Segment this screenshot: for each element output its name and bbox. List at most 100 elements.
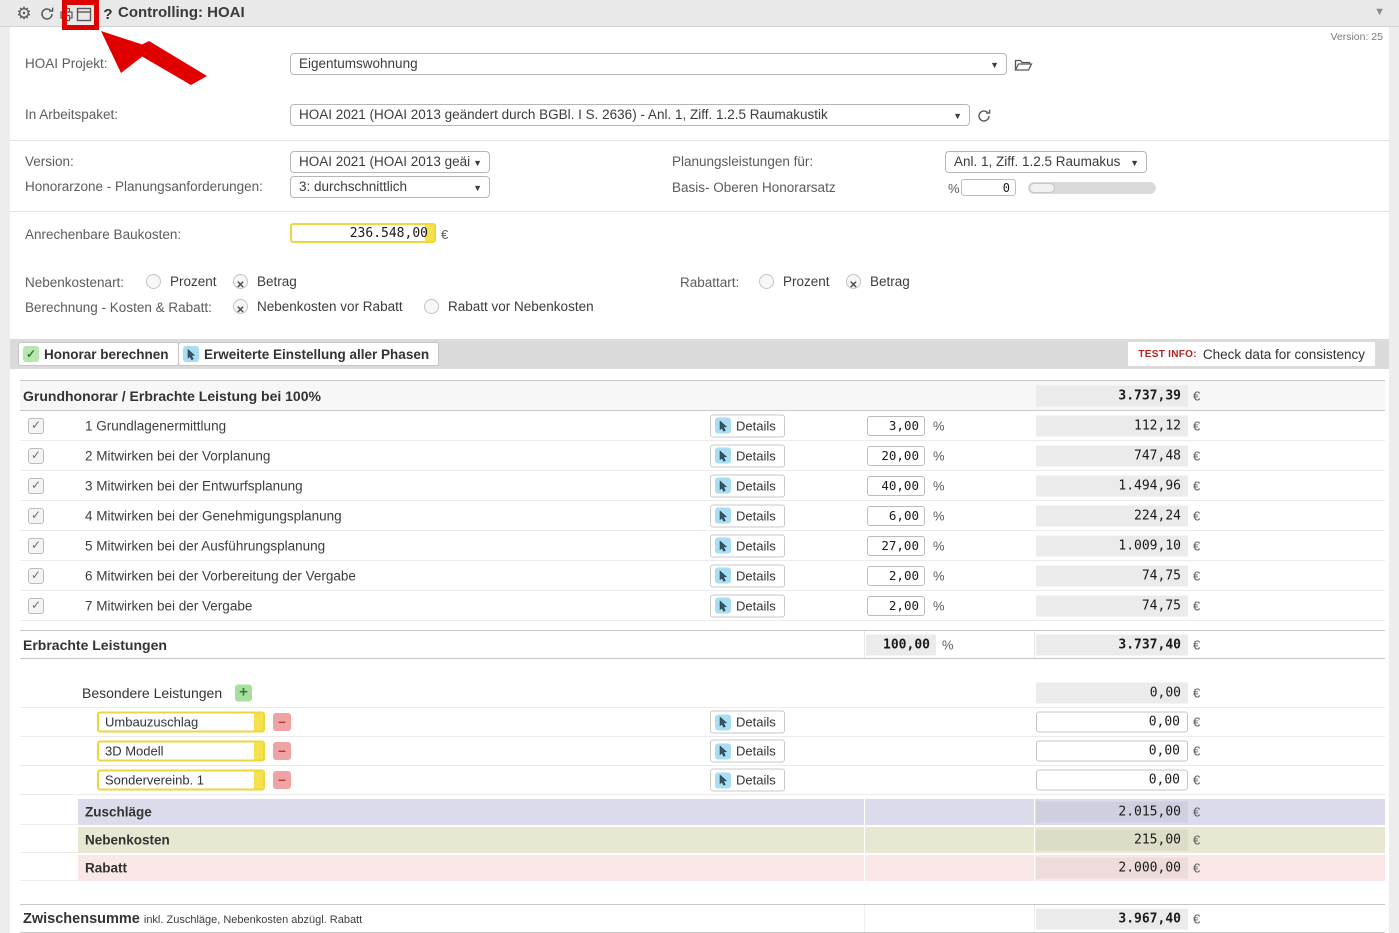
nebenkosten-value: 215,00 [1036, 830, 1188, 851]
details-button[interactable]: Details [710, 594, 785, 617]
percent-input[interactable] [867, 506, 925, 526]
details-button[interactable]: Details [710, 564, 785, 587]
details-button[interactable]: Details [710, 740, 785, 763]
add-besondere-leistung-button[interactable]: + [235, 685, 252, 702]
euro-sign: € [1193, 568, 1200, 583]
grundhonorar-title: Grundhonorar / Erbrachte Leistung bei 10… [23, 388, 321, 404]
test-info-text: Check data for consistency [1203, 347, 1365, 362]
phase-label: 3 Mitwirken bei der Entwurfsplanung [85, 478, 303, 493]
version-label: Version: 25 [1330, 31, 1383, 43]
phase-value: 74,75 [1036, 595, 1188, 616]
cursor-icon [715, 538, 731, 554]
rabattart-betrag-radio[interactable] [846, 274, 861, 289]
nebenkostenart-betrag-radio[interactable] [233, 274, 248, 289]
details-button[interactable]: Details [710, 769, 785, 792]
rabattart-prozent-radio[interactable] [759, 274, 774, 289]
besondere-row-3: – Details € [20, 766, 1385, 795]
radio-label: Betrag [257, 274, 297, 289]
details-button[interactable]: Details [710, 474, 785, 497]
remove-besondere-leistung-button[interactable]: – [273, 771, 291, 789]
besondere-name-input[interactable] [97, 770, 265, 791]
phase-checkbox[interactable] [28, 418, 44, 434]
baukosten-euro: € [441, 227, 448, 242]
percent-input[interactable] [867, 446, 925, 466]
settings-icon[interactable]: ⚙ [14, 4, 34, 24]
nebenkostenart-prozent-radio[interactable] [146, 274, 161, 289]
phase-value: 112,12 [1036, 415, 1188, 436]
version-select[interactable]: HOAI 2021 (HOAI 2013 geäi [290, 151, 490, 173]
honorarzone-select[interactable]: 3: durchschnittlich [290, 176, 490, 198]
percent-sign: % [933, 478, 945, 493]
planungsleistungen-label: Planungsleistungen für: [672, 154, 813, 169]
open-folder-icon[interactable] [1013, 55, 1033, 75]
project-select[interactable]: Eigentumswohnung [290, 53, 1007, 75]
percent-input[interactable] [867, 536, 925, 556]
phase-row-5: 5 Mitwirken bei der Ausführungsplanung D… [20, 531, 1385, 561]
besondere-name-input[interactable] [97, 712, 265, 733]
calculate-button-label: Honorar berechnen [44, 347, 169, 362]
remove-besondere-leistung-button[interactable]: – [273, 742, 291, 760]
slider-thumb[interactable] [1029, 183, 1055, 193]
berechnung-label: Berechnung - Kosten & Rabatt: [25, 300, 212, 315]
basis-input[interactable] [961, 179, 1016, 196]
phase-row-3: 3 Mitwirken bei der Entwurfsplanung Deta… [20, 471, 1385, 501]
advanced-settings-button[interactable]: Erweiterte Einstellung aller Phasen [178, 342, 439, 366]
action-toolbar: ✓ Honorar berechnen Erweiterte Einstellu… [10, 339, 1389, 369]
besondere-value-input[interactable] [1036, 741, 1188, 762]
remove-besondere-leistung-button[interactable]: – [273, 713, 291, 731]
sync-icon[interactable] [974, 106, 994, 126]
besondere-value-input[interactable] [1036, 712, 1188, 733]
nebenkostenart-label: Nebenkostenart: [25, 275, 124, 290]
euro-sign: € [1193, 715, 1200, 730]
basis-unit: % [948, 181, 960, 196]
title-bar: ⚙ ? Controlling: HOAI ▼ [0, 0, 1399, 27]
baukosten-label: Anrechenbare Baukosten: [25, 227, 181, 242]
calculate-button[interactable]: ✓ Honorar berechnen [18, 342, 179, 366]
percent-input[interactable] [867, 476, 925, 496]
besondere-row-2: – Details € [20, 737, 1385, 766]
phase-value: 224,24 [1036, 505, 1188, 526]
details-button[interactable]: Details [710, 711, 785, 734]
details-button[interactable]: Details [710, 414, 785, 437]
cursor-icon [715, 598, 731, 614]
radio-label: Prozent [170, 274, 217, 289]
zwischensumme-row: Zwischensumme inkl. Zuschläge, Nebenkost… [20, 904, 1385, 933]
refresh-icon[interactable] [37, 4, 57, 24]
berechnung-nebenkosten-radio[interactable] [233, 299, 248, 314]
phase-checkbox[interactable] [28, 478, 44, 494]
phase-checkbox[interactable] [28, 508, 44, 524]
percent-sign: % [942, 637, 954, 652]
besondere-name-input[interactable] [97, 741, 265, 762]
berechnung-rabatt-radio[interactable] [424, 299, 439, 314]
details-button[interactable]: Details [710, 534, 785, 557]
phase-value: 1.494,96 [1036, 475, 1188, 496]
phase-checkbox[interactable] [28, 538, 44, 554]
percent-input[interactable] [867, 566, 925, 586]
workpackage-select[interactable]: HOAI 2021 (HOAI 2013 geändert durch BGBl… [290, 104, 970, 126]
cursor-icon [183, 346, 199, 362]
baukosten-input[interactable] [290, 223, 436, 243]
controlling-hoai-window: ⚙ ? Controlling: HOAI ▼ Version: 25 HOAI… [0, 0, 1399, 933]
help-icon[interactable]: ? [98, 4, 118, 24]
phase-value: 74,75 [1036, 565, 1188, 586]
euro-sign: € [1193, 686, 1200, 701]
basis-slider[interactable] [1028, 182, 1156, 194]
details-button[interactable]: Details [710, 504, 785, 527]
percent-input[interactable] [867, 416, 925, 436]
phase-checkbox[interactable] [28, 448, 44, 464]
euro-sign: € [1193, 637, 1200, 652]
zwischensumme-label: Zwischensumme inkl. Zuschläge, Nebenkost… [23, 911, 362, 927]
besondere-value-input[interactable] [1036, 770, 1188, 791]
percent-input[interactable] [867, 596, 925, 616]
phase-checkbox[interactable] [28, 598, 44, 614]
percent-sign: % [933, 538, 945, 553]
rabatt-value: 2.000,00 [1036, 858, 1188, 879]
workpackage-label: In Arbeitspaket: [25, 107, 118, 122]
phase-checkbox[interactable] [28, 568, 44, 584]
project-label: HOAI Projekt: [25, 56, 108, 71]
planungsleistungen-select[interactable]: Anl. 1, Ziff. 1.2.5 Raumakus [945, 151, 1147, 173]
euro-sign: € [1193, 478, 1200, 493]
cursor-icon [715, 478, 731, 494]
collapse-caret-icon[interactable]: ▼ [1374, 6, 1385, 18]
details-button[interactable]: Details [710, 444, 785, 467]
